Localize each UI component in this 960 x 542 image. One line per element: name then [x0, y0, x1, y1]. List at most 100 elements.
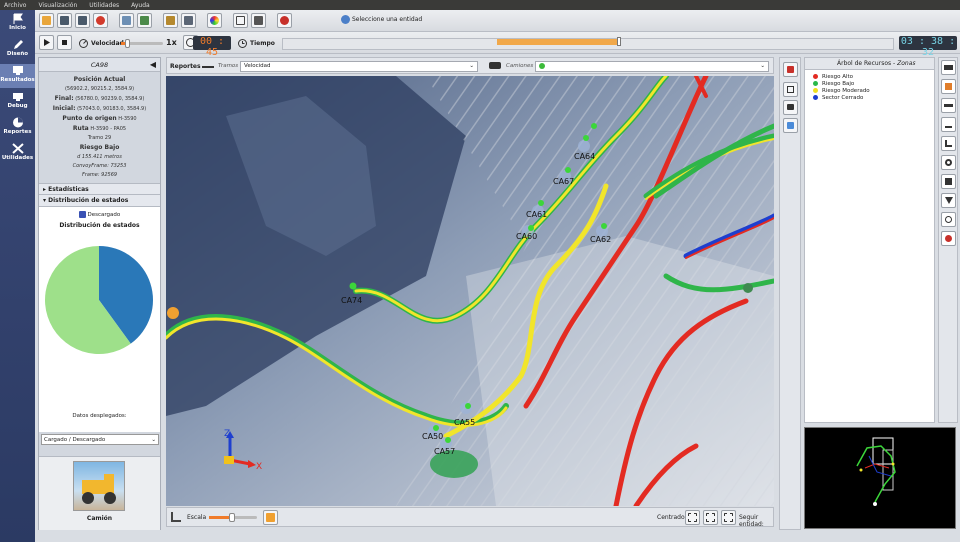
pin-button[interactable] [263, 510, 278, 525]
map-canvas[interactable]: CA74 CA55 CA50 CA57 CA60 CA61 CA67 CA64 … [166, 76, 774, 506]
save-button[interactable] [57, 13, 72, 28]
waypoint-marker[interactable] [167, 307, 179, 319]
zone-legend-label: Riesgo Alto [822, 73, 854, 80]
nav-debug[interactable]: Debug [0, 90, 35, 114]
truck-label: CA74 [341, 296, 362, 305]
color-button[interactable] [207, 13, 222, 28]
network-button[interactable] [941, 155, 956, 170]
road-layer-button[interactable] [941, 98, 956, 113]
nav-utilidades[interactable]: Utilidades [0, 142, 35, 166]
menu-visualizacion[interactable]: Visualización [38, 2, 77, 9]
zone-legend-item[interactable]: Riesgo Alto [813, 73, 934, 80]
flag-icon [13, 13, 23, 24]
stop-button[interactable] [57, 35, 72, 50]
zone-color-icon [813, 81, 818, 86]
grid-icon [122, 16, 131, 25]
truck-label: CA62 [590, 235, 611, 244]
help-button[interactable] [941, 231, 956, 246]
data-display-select[interactable]: Cargado / Descargado ⌄ [41, 434, 159, 445]
zone-color-icon [813, 74, 818, 79]
tools-icon [11, 143, 24, 154]
truck-image [73, 461, 125, 511]
center-selection-button[interactable] [703, 510, 718, 525]
mine-3d-map[interactable]: CA74 CA55 CA50 CA57 CA60 CA61 CA67 CA64 … [166, 76, 774, 506]
layers-button[interactable] [783, 62, 798, 77]
scale-slider-handle[interactable] [229, 513, 235, 522]
zone-legend-item[interactable]: Riesgo Moderado [813, 87, 934, 94]
velocity-slider[interactable] [121, 39, 163, 48]
export-icon [166, 16, 175, 25]
data-display-label: Datos desplegados: [72, 413, 127, 419]
terrain-view-button[interactable] [137, 13, 152, 28]
status-badge: Descargado [39, 207, 160, 218]
grid-view-button[interactable] [119, 13, 134, 28]
current-position-label: Posición Actual [73, 76, 126, 83]
metric-select[interactable]: Velocidad ⌄ [240, 61, 478, 72]
convoy-frame-value: ConvoyFrame: 73253 [72, 163, 127, 169]
origin-label: Punto de origen [62, 115, 117, 122]
waypoint-marker[interactable] [743, 283, 753, 293]
follow-label: Seguir entidad: [739, 514, 764, 528]
nav-reportes[interactable]: Reportes [0, 116, 35, 140]
download-button[interactable] [941, 117, 956, 132]
open-folder-button[interactable] [39, 13, 54, 28]
gauge-button[interactable] [941, 212, 956, 227]
zone-legend-item[interactable]: Sector Cerrado [813, 94, 934, 101]
help-icon [280, 16, 289, 25]
truck-select[interactable]: ⌄ [535, 61, 769, 72]
center-all-button[interactable] [685, 510, 700, 525]
bug-icon [12, 93, 23, 101]
save-as-button[interactable] [75, 13, 90, 28]
distribution-panel: Descargado Distribución de estados Datos… [39, 207, 160, 432]
close-button[interactable] [93, 13, 108, 28]
vehicle-card: Camión [39, 456, 160, 530]
export-button[interactable] [163, 13, 178, 28]
play-icon [44, 39, 50, 46]
help-button[interactable] [277, 13, 292, 28]
menu-archivo[interactable]: Archivo [4, 2, 26, 9]
camera-button[interactable] [251, 13, 266, 28]
velocity-label: Velocidad [91, 40, 124, 47]
nav-resultados[interactable]: Resultados [0, 64, 35, 88]
truck-layer-button[interactable] [941, 60, 956, 75]
screen-button[interactable] [783, 82, 798, 97]
menu-ayuda[interactable]: Ayuda [131, 2, 150, 9]
menu-utilidades[interactable]: Utilidades [89, 2, 119, 9]
minimap-canvas[interactable] [805, 428, 955, 528]
zone-legend-item[interactable]: Riesgo Bajo [813, 80, 934, 87]
filter-button[interactable] [941, 193, 956, 208]
resource-tree-subtitle: Zonas [897, 60, 916, 67]
sync-button[interactable] [181, 13, 196, 28]
screenshot-button[interactable] [783, 100, 798, 115]
nav-diseno[interactable]: Diseño [0, 38, 35, 62]
stop-icon [62, 40, 67, 45]
distribution-label: Distribución de estados [48, 197, 129, 204]
scale-slider[interactable] [209, 513, 257, 522]
stats-section-header[interactable]: ▸ Estadísticas [39, 183, 160, 195]
time-slider[interactable] [282, 37, 894, 50]
chevron-down-icon: ⌄ [760, 63, 765, 69]
map-header: Reportes Tramos Velocidad ⌄ Camiones ⌄ [166, 57, 774, 74]
route-tool-button[interactable] [941, 136, 956, 151]
distribution-section-header[interactable]: ▾ Distribución de estados [39, 195, 160, 207]
audio-button[interactable] [783, 118, 798, 133]
shovel-layer-button[interactable] [941, 79, 956, 94]
collapse-panel-icon[interactable]: ◀ [150, 58, 156, 72]
route-icon [945, 140, 952, 147]
velocity-slider-handle[interactable] [125, 39, 130, 48]
metric-value: Velocidad [244, 63, 271, 69]
fullscreen-button[interactable] [233, 13, 248, 28]
center-zone-button[interactable] [721, 510, 736, 525]
speedometer-icon [79, 39, 88, 48]
exit-button[interactable] [941, 174, 956, 189]
timeline-handle[interactable] [616, 37, 621, 46]
final-value: (56780.0, 90239.0, 3584.9) [75, 96, 145, 102]
play-button[interactable] [39, 35, 54, 50]
fullscreen-icon [236, 16, 245, 25]
entity-selection-label: Seleccione una entidad [352, 16, 423, 23]
gauge-icon [945, 216, 952, 223]
nav-inicio[interactable]: Inicio [0, 12, 35, 36]
zone-color-icon [813, 95, 818, 100]
zone-legend-label: Riesgo Moderado [822, 87, 870, 94]
minimap[interactable] [804, 427, 956, 529]
